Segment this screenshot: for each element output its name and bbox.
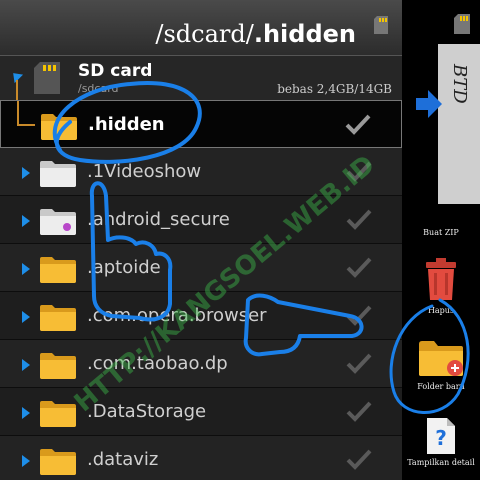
show-details-label: Tampilkan detail [407, 458, 475, 467]
new-folder-label: Folder baru [417, 382, 465, 391]
help-document-icon: ? [427, 418, 455, 454]
storage-free-space: bebas 2,4GB/14GB [277, 82, 392, 96]
folder-name: .hidden [88, 114, 165, 135]
expand-arrow-icon[interactable] [22, 407, 30, 419]
file-browser-panel: /sdcard/.hidden SD card /sdcard bebas 2,… [0, 0, 402, 480]
folder-row[interactable]: .aptoide [0, 244, 402, 292]
expand-arrow-icon[interactable] [22, 359, 30, 371]
folder-row[interactable]: .dataviz [0, 436, 402, 480]
side-panel: BTD Buat ZIP Hapus Folder baru ? Tampilk… [402, 0, 480, 480]
create-zip-button[interactable]: Buat ZIP [402, 228, 480, 237]
expand-arrow-icon[interactable] [22, 215, 30, 227]
folder-row[interactable]: .DataStorage [0, 388, 402, 436]
sdcard-title: SD card [78, 61, 153, 81]
folder-name: .DataStorage [87, 401, 207, 422]
folder-row[interactable]: .com.taobao.dp [0, 340, 402, 388]
checkbox-icon[interactable] [346, 208, 372, 230]
folder-icon [40, 209, 76, 235]
arrow-right-icon[interactable] [416, 90, 442, 118]
folder-icon [40, 257, 76, 283]
folder-name: .dataviz [87, 449, 159, 470]
path-current: .hidden [253, 20, 356, 48]
path-prefix: /sdcard/ [155, 20, 254, 48]
checkbox-icon[interactable] [346, 256, 372, 278]
svg-text:?: ? [435, 426, 447, 450]
expand-arrow-icon[interactable] [22, 167, 30, 179]
second-panel-tab[interactable]: BTD [438, 44, 480, 204]
folder-name: .1Videoshow [87, 161, 202, 182]
folder-row[interactable]: .com.opera.browser [0, 292, 402, 340]
current-path: /sdcard/.hidden [155, 20, 356, 48]
folder-icon [40, 305, 76, 331]
sdcard-path: /sdcard [78, 82, 119, 95]
folder-name: .android_secure [87, 209, 230, 230]
folder-icon [40, 449, 76, 475]
folder-icon [40, 161, 76, 187]
trash-icon [426, 258, 456, 300]
checkbox-icon[interactable] [346, 304, 372, 326]
folder-row[interactable]: .1Videoshow [0, 148, 402, 196]
folder-icon [40, 353, 76, 379]
expand-arrow-icon[interactable] [22, 311, 30, 323]
delete-label: Hapus [427, 306, 455, 315]
folder-name: .com.opera.browser [87, 305, 267, 326]
folder-icon [41, 114, 77, 140]
sdcard-icon [374, 16, 388, 34]
checkbox-icon[interactable] [346, 352, 372, 374]
checkbox-icon[interactable] [346, 448, 372, 470]
folder-row[interactable]: .android_secure [0, 196, 402, 244]
expand-arrow-icon[interactable] [22, 263, 30, 275]
path-header: /sdcard/.hidden [0, 0, 402, 56]
show-details-button[interactable]: ? Tampilkan detail [402, 418, 480, 467]
folder-name: .aptoide [87, 257, 161, 278]
sdcard-root-row[interactable]: SD card /sdcard bebas 2,4GB/14GB [0, 56, 402, 122]
new-folder-button[interactable]: Folder baru [402, 338, 480, 391]
new-folder-icon [419, 341, 463, 376]
sdcard-icon [34, 62, 60, 94]
second-panel-label: BTD [449, 64, 470, 104]
delete-button[interactable]: Hapus [402, 258, 480, 315]
create-zip-label: Buat ZIP [423, 228, 459, 237]
folder-row[interactable]: .hidden [0, 100, 402, 148]
folder-name: .com.taobao.dp [87, 353, 228, 374]
folder-icon [40, 401, 76, 427]
checkbox-icon[interactable] [346, 160, 372, 182]
tree-line [17, 101, 19, 125]
expand-arrow-icon[interactable] [22, 455, 30, 467]
tree-line [17, 124, 35, 126]
checkbox-icon[interactable] [345, 113, 371, 135]
checkbox-icon[interactable] [346, 400, 372, 422]
sdcard-icon [454, 14, 470, 34]
